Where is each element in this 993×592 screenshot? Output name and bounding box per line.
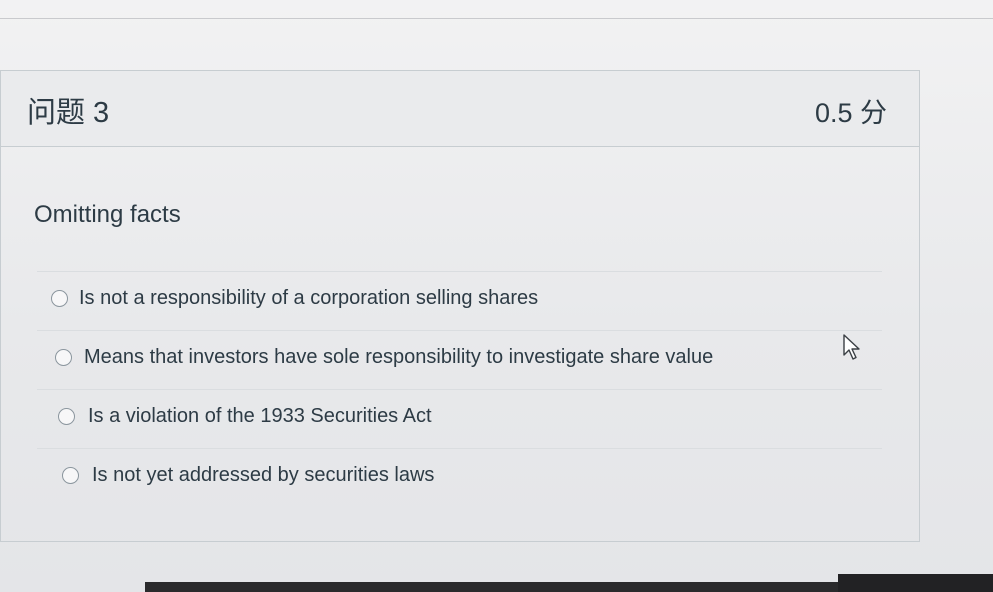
answer-label[interactable]: Is not a responsibility of a corporation… [79,287,538,310]
answer-option-1[interactable]: Is not a responsibility of a corporation… [37,271,882,330]
answer-option-2[interactable]: Means that investors have sole responsib… [37,330,882,389]
radio-button[interactable] [62,467,79,484]
question-header: 问题 3 0.5 分 [1,71,919,147]
answer-list: Is not a responsibility of a corporation… [37,271,882,507]
taskbar [838,574,993,592]
radio-button[interactable] [58,408,75,425]
radio-button[interactable] [55,349,72,366]
radio-button[interactable] [51,290,68,307]
question-text: Omitting facts [34,201,181,228]
mouse-pointer-icon [843,334,860,360]
question-card: 问题 3 0.5 分 Omitting facts Is not a respo… [0,70,920,542]
taskbar [145,582,845,592]
question-title: 问题 3 [27,97,110,129]
answer-label[interactable]: Means that investors have sole responsib… [84,346,713,369]
quiz-page: 问题 3 0.5 分 Omitting facts Is not a respo… [0,0,993,592]
question-points: 0.5 分 [814,98,887,128]
answer-label[interactable]: Is a violation of the 1933 Securities Ac… [88,405,432,428]
answer-option-3[interactable]: Is a violation of the 1933 Securities Ac… [37,389,882,448]
divider [0,18,993,19]
answer-option-4[interactable]: Is not yet addressed by securities laws [37,448,882,507]
answer-label[interactable]: Is not yet addressed by securities laws [92,464,434,487]
